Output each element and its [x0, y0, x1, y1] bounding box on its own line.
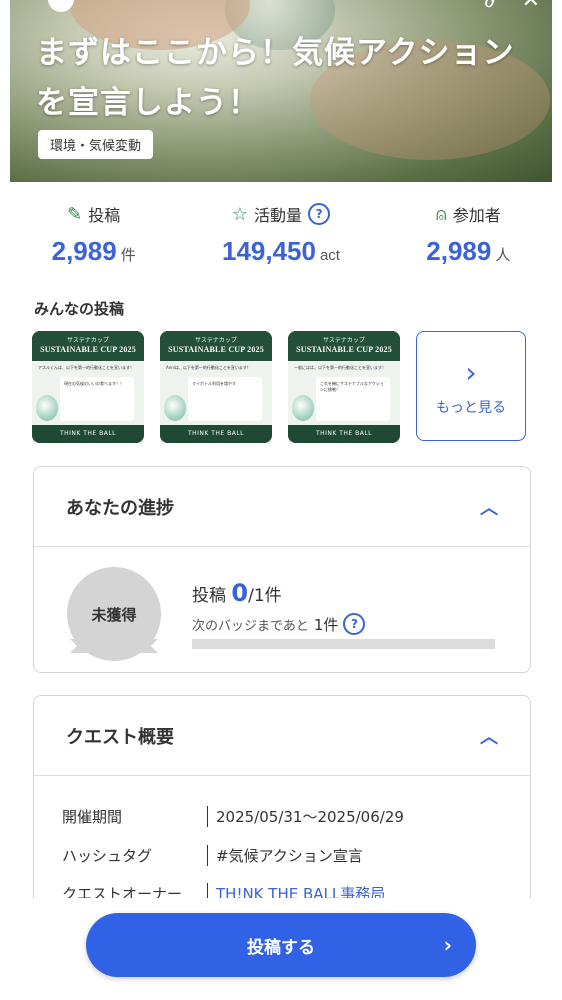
- category-tag[interactable]: 環境・気候変動: [38, 130, 154, 159]
- post-card-text: 現在の気候のいいの食べます！！: [60, 377, 134, 421]
- chevron-right-icon: ›: [443, 933, 452, 957]
- progress-bar: [192, 639, 495, 649]
- quest-row-period: 開催期間 2025/05/31～2025/06/29: [62, 806, 404, 827]
- quest-row-hashtag: ハッシュタグ #気候アクション宣言: [62, 845, 363, 866]
- posts-carousel: サステナカップ SUSTAINABLE CUP 2025 アスルくんは、以下を第一…: [32, 331, 526, 443]
- quest-row-key: 開催期間: [62, 808, 123, 826]
- progress-current: 0: [231, 579, 249, 607]
- post-line: Anniは、以下を第一的行動化ことを宣います！: [166, 365, 251, 370]
- stat-posts: ✎ 投稿 2,989 件: [0, 202, 187, 267]
- progress-title: あなたの進捗: [66, 497, 174, 519]
- post-footer: THINK THE BALL: [288, 425, 400, 443]
- stat-value: 2,989: [426, 236, 492, 266]
- progress-post-label: 投稿: [192, 586, 226, 606]
- share-icon[interactable]: ∂: [484, 0, 495, 13]
- mascot-image: [164, 395, 186, 421]
- post-footer: THINK THE BALL: [32, 425, 144, 443]
- quest-row-value: 2025/05/31～2025/06/29: [207, 806, 404, 827]
- post-thumbnail[interactable]: サステナカップ SUSTAINABLE CUP 2025 Anniは、以下を第一的…: [160, 331, 272, 443]
- post-line: 一般にはは、以下を第一的行動化ことを宣います！: [294, 365, 386, 370]
- post-kana: サステナカップ: [323, 337, 365, 344]
- stat-unit: act: [319, 247, 340, 264]
- badge-ribbon: [70, 639, 158, 653]
- badge-label: 未獲得: [91, 605, 137, 624]
- next-badge-count: 1件: [313, 615, 339, 634]
- posts-section-title: みんなの投稿: [34, 300, 125, 318]
- post-thumbnail[interactable]: サステナカップ SUSTAINABLE CUP 2025 アスルくんは、以下を第一…: [32, 331, 144, 443]
- stat-label: 参加者: [452, 206, 501, 225]
- quest-row-value: #気候アクション宣言: [207, 845, 363, 866]
- post-footer: THINK THE BALL: [160, 425, 272, 443]
- see-more-label: もっと見る: [436, 400, 506, 416]
- stat-label: 投稿: [88, 206, 121, 225]
- post-kana: サステナカップ: [195, 337, 237, 344]
- progress-count: 投稿 0/1件: [192, 579, 282, 607]
- mascot-image: [292, 395, 314, 421]
- close-icon[interactable]: ✕: [522, 0, 540, 13]
- chevron-right-icon: ›: [465, 356, 477, 389]
- post-kana: サステナカップ: [67, 337, 109, 344]
- star-icon: ☆: [231, 203, 249, 225]
- stat-value: 149,450: [221, 236, 316, 266]
- progress-panel: あなたの進捗 ︿ 未獲得 投稿 0/1件 次のバッジまであと 1件 ?: [33, 466, 531, 673]
- progress-total: /1件: [248, 586, 282, 606]
- post-card-text: これを機にサステナブルなアクションに挑戦！: [316, 377, 390, 421]
- post-thumbnail[interactable]: サステナカップ SUSTAINABLE CUP 2025 一般にはは、以下を第一的…: [288, 331, 400, 443]
- quest-row-key: ハッシュタグ: [62, 847, 153, 865]
- post-button-label: 投稿する: [247, 937, 315, 958]
- progress-header[interactable]: あなたの進捗 ︿: [34, 467, 530, 547]
- stat-participants: ⍝ 参加者 2,989 人: [375, 202, 562, 267]
- post-cup-title: SUSTAINABLE CUP 2025: [40, 345, 136, 354]
- chevron-up-icon[interactable]: ︿: [480, 494, 498, 520]
- post-line: アスルくんは、以下を第一的行動化ことを宣います！: [38, 365, 134, 370]
- help-icon[interactable]: ?: [308, 203, 331, 225]
- hero-banner: ∂ ✕ まずはここから！気候アクション を宣言しよう！ 環境・気候変動: [10, 0, 552, 182]
- stat-value: 2,989: [51, 236, 117, 266]
- help-icon[interactable]: ?: [343, 613, 366, 635]
- mascot-image: [36, 395, 58, 421]
- stats-row: ✎ 投稿 2,989 件 ☆ 活動量? 149,450 act ⍝ 参加者 2,989 人: [0, 202, 562, 267]
- see-more-button[interactable]: › もっと見る: [416, 331, 526, 441]
- post-card-text: マイボトル利用を増やす: [188, 377, 262, 421]
- quest-title: まずはここから！気候アクション を宣言しよう！: [36, 35, 515, 121]
- stat-activity: ☆ 活動量? 149,450 act: [187, 202, 374, 267]
- stat-unit: 件: [120, 247, 136, 264]
- next-badge-info: 次のバッジまであと 1件 ?: [192, 613, 366, 635]
- edit-icon: ✎: [67, 203, 83, 225]
- post-cup-title: SUSTAINABLE CUP 2025: [296, 345, 392, 354]
- chevron-up-icon[interactable]: ︿: [480, 723, 498, 749]
- stat-label: 活動量: [254, 206, 303, 225]
- person-icon: ⍝: [435, 203, 447, 225]
- stat-unit: 人: [495, 247, 511, 264]
- quest-summary-title: クエスト概要: [66, 726, 174, 748]
- quest-header[interactable]: クエスト概要 ︿: [34, 696, 530, 776]
- next-badge-text: 次のバッジまであと: [192, 618, 309, 634]
- post-button[interactable]: 投稿する ›: [86, 913, 476, 977]
- post-cup-title: SUSTAINABLE CUP 2025: [168, 345, 264, 354]
